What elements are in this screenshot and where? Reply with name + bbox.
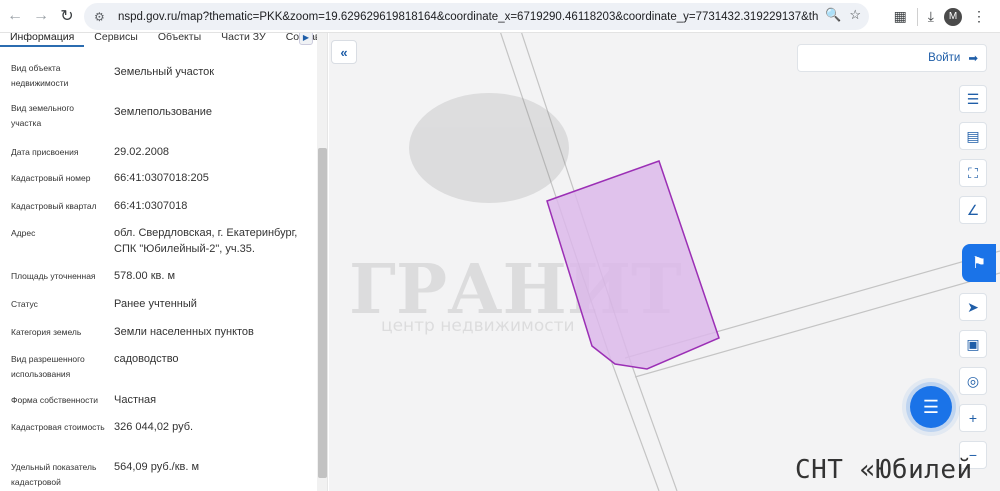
profile-avatar[interactable]: M [944,7,962,26]
share-icon[interactable]: ∠ [959,196,987,224]
attribute-label: Статус [11,299,38,309]
panel-scrollbar[interactable] [317,33,327,491]
url-text[interactable]: nspd.gov.ru/map?thematic=PKK&zoom=19.629… [118,11,818,23]
attribute-value: Земельный участок [114,66,215,78]
attribute-label: Кадастровая стоимость [11,422,105,432]
zoom-in-icon[interactable]: + [959,404,987,432]
layers-icon[interactable]: ☰ [959,85,987,113]
attribute-label: Кадастровый номер [11,173,91,183]
login-label: Войти [928,52,961,64]
attribute-value: Частная [114,394,157,406]
tab-parcel-parts[interactable]: Части ЗУ [211,33,276,47]
panel-tabs: Информация Сервисы Объекты Части ЗУ Сост… [0,33,327,47]
bookmark-star-icon[interactable]: ☆ [849,7,861,23]
attribute-label: Категория земель [11,327,82,337]
tabs-scroll-right-icon[interactable]: ▶ [299,33,313,45]
map-canvas[interactable]: ГРАНИТ центр недвижимости [329,33,1000,491]
map-drawing: ГРАНИТ центр недвижимости [349,33,1000,491]
map-caption: СНТ «Юбилей [795,455,973,485]
tab-services[interactable]: Сервисы [84,33,148,47]
collapse-panel-button[interactable]: « [331,40,357,64]
attribute-value: 29.02.2008 [114,146,170,158]
attribute-value: 66:41:0307018:205 [114,172,209,184]
chat-button[interactable]: ☰ [910,386,952,428]
service-logo-icon[interactable]: ⚑ [962,244,996,282]
attribute-value: 326 044,02 руб. [114,421,194,433]
chat-icon: ☰ [922,396,940,417]
navigate-icon[interactable]: ➤ [959,293,987,321]
download-icon[interactable]: ⤓ [928,8,934,25]
attribute-label: Кадастровый квартал [11,201,97,211]
site-info-icon[interactable]: ⚙ [94,10,112,24]
scrollbar-thumb[interactable] [318,148,327,478]
select-area-icon[interactable]: ⛶ [959,159,987,187]
attribute-label: Вид земельного участка [11,103,75,128]
attribute-label: Вид разрешенного использования [11,354,85,379]
watermark-subtitle: центр недвижимости [381,316,575,336]
picture-in-picture-icon[interactable]: ▣ [959,330,987,358]
browser-toolbar: ← → ↻ ⚙ nspd.gov.ru/map?thematic=PKK&zoo… [0,0,1000,33]
toolbar-separator [916,7,918,26]
attribute-label: Площадь уточненная [11,271,96,281]
attribute-value: Ранее учтенный [114,298,197,310]
watermark-emblem [409,93,569,203]
extensions-icon[interactable]: ▦ [894,8,907,25]
login-icon: ➡ [968,53,978,65]
ruler-icon[interactable]: ▤ [959,122,987,150]
attribute-label: Форма собственности [11,395,98,405]
menu-kebab-icon[interactable]: ⋮ [972,8,986,25]
tab-objects[interactable]: Объекты [148,33,211,47]
tab-info[interactable]: Информация [0,33,85,47]
reload-icon[interactable]: ↻ [54,3,80,29]
back-icon[interactable]: ← [2,3,28,29]
attribute-label: Вид объекта недвижимости [11,63,69,88]
attribute-value: садоводство [114,353,179,365]
login-button[interactable]: Войти ➡ [797,44,987,72]
parcel-polygon[interactable] [546,160,720,370]
attribute-value: Землепользование [114,106,213,118]
address-bar[interactable]: ⚙ nspd.gov.ru/map?thematic=PKK&zoom=19.6… [84,3,869,30]
attribute-value: 578.00 кв. м [114,270,176,282]
attribute-label: Удельный показатель кадастровой [11,462,97,487]
attribute-value: обл. Свердловская, г. Екатеринбург, СПК … [114,227,298,255]
forward-icon[interactable]: → [28,3,54,29]
info-panel: Информация Сервисы Объекты Части ЗУ Сост… [0,33,328,491]
attribute-value: 564,09 руб./кв. м [114,461,200,473]
attribute-value: Земли населенных пунктов [114,326,254,338]
attribute-label: Адрес [11,228,36,238]
zoom-icon[interactable]: 🔍 [825,7,841,23]
attribute-value: 66:41:0307018 [114,200,188,212]
geolocation-icon[interactable]: ◎ [959,367,987,395]
attribute-label: Дата присвоения [11,147,79,157]
